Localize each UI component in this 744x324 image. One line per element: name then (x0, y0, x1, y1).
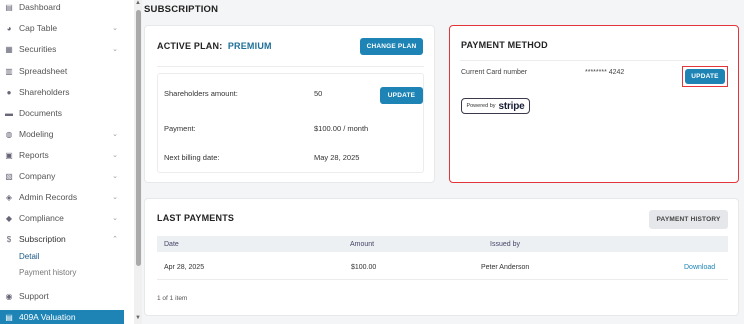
change-plan-button[interactable]: CHANGE PLAN (360, 38, 423, 55)
document-icon: ▦ (5, 44, 13, 54)
sidebar-item-label: Modeling (19, 129, 54, 139)
card-number-label: Current Card number (461, 69, 528, 76)
sidebar-item-cap-table[interactable]: ◕ Cap Table ⌄ (0, 18, 126, 38)
scroll-down-arrow-icon[interactable]: ▼ (135, 315, 141, 321)
stripe-badge-prefix: Powered by (466, 103, 496, 109)
plan-name: PREMIUM (227, 41, 272, 51)
chevron-down-icon: ⌄ (112, 173, 118, 180)
app-root: ▤ Dashboard ◕ Cap Table ⌄ ▦ Securities ⌄… (0, 0, 744, 324)
stripe-logo: stripe (498, 100, 525, 112)
valuation-icon: ▤ (5, 312, 13, 322)
sidebar-item-label: Securities (19, 44, 57, 54)
dollar-icon: $ (6, 234, 12, 244)
chevron-down-icon: ⌄ (112, 46, 118, 53)
payment-history-button[interactable]: PAYMENT HISTORY (649, 210, 728, 229)
sidebar-item-admin-records[interactable]: ◈ Admin Records ⌄ (0, 187, 126, 207)
sidebar-item-label: Cap Table (19, 23, 58, 33)
sidebar-item-modeling[interactable]: ◍ Modeling ⌄ (0, 124, 126, 144)
shareholders-amount-value: 50 (314, 89, 323, 98)
sidebar-item-label: Company (19, 171, 56, 181)
powered-by-stripe-badge[interactable]: Powered by stripe (461, 98, 530, 114)
next-billing-value: May 28, 2025 (314, 153, 360, 162)
payment-label: Payment: (164, 124, 196, 133)
chevron-down-icon: ⌄ (112, 152, 118, 159)
next-billing-label: Next billing date: (164, 153, 220, 162)
sidebar-item-label: Spreadsheet (19, 66, 68, 76)
cell-issued-by: Peter Anderson (481, 264, 530, 271)
shield-icon: ◆ (5, 213, 13, 223)
column-header-date[interactable]: Date (164, 241, 179, 248)
sidebar-scrollbar-thumb[interactable] (136, 10, 141, 266)
chevron-down-icon: ⌄ (112, 194, 118, 201)
cell-amount: $100.00 (351, 264, 377, 271)
sidebar-item-support[interactable]: ◉ Support (0, 286, 126, 306)
folder-icon: ▬ (5, 108, 13, 118)
chevron-down-icon: ⌄ (112, 215, 118, 222)
sidebar-item-label: Compliance (19, 213, 64, 223)
last-payments-title: LAST PAYMENTS (157, 213, 235, 223)
divider (157, 279, 728, 280)
sidebar-item-company[interactable]: ▧ Company ⌄ (0, 166, 126, 186)
chevron-up-icon: ⌃ (112, 236, 118, 243)
reports-icon: ▣ (5, 150, 13, 160)
sidebar-item-label: Admin Records (19, 192, 78, 202)
sidebar-item-label: Reports (19, 150, 49, 160)
sidebar-item-label: Dashboard (19, 2, 61, 12)
admin-icon: ◈ (5, 192, 13, 202)
scroll-up-arrow-icon[interactable]: ▲ (135, 0, 141, 6)
sidebar-item-409a-valuation[interactable]: ▤ 409A Valuation (0, 310, 124, 324)
sidebar-subitem-payment-history[interactable]: Payment history (19, 268, 76, 277)
chevron-down-icon: ⌄ (112, 131, 118, 138)
pie-chart-icon: ◕ (6, 23, 12, 33)
pagination-summary: 1 of 1 item (157, 295, 188, 302)
active-plan-title: ACTIVE PLAN: PREMIUM (157, 41, 272, 51)
update-payment-method-button[interactable]: UPDATE (685, 69, 725, 84)
sidebar-item-reports[interactable]: ▣ Reports ⌄ (0, 145, 126, 165)
update-shareholders-button[interactable]: UPDATE (380, 87, 423, 104)
payment-value: $100.00 / month (314, 124, 369, 133)
support-icon: ◉ (5, 291, 13, 301)
sidebar-item-label: 409A Valuation (19, 312, 76, 322)
building-icon: ▧ (5, 171, 13, 181)
cell-date: Apr 28, 2025 (164, 264, 205, 271)
chevron-down-icon: ⌄ (112, 25, 118, 32)
sidebar-item-label: Subscription (19, 234, 66, 244)
payment-method-card: PAYMENT METHOD Current Card number *****… (449, 25, 739, 183)
download-link[interactable]: Download (684, 264, 715, 271)
table-header (157, 236, 728, 252)
dashboard-icon: ▤ (5, 2, 13, 12)
sidebar-item-label: Documents (19, 108, 62, 118)
sidebar-subitem-detail[interactable]: Detail (19, 252, 39, 261)
card-number-value: ******** 4242 (585, 69, 625, 76)
divider (157, 66, 424, 67)
sidebar-item-shareholders[interactable]: ● Shareholders (0, 82, 126, 102)
sidebar-item-securities[interactable]: ▦ Securities ⌄ (0, 39, 126, 59)
page-title: SUBSCRIPTION (144, 4, 219, 15)
sidebar-item-subscription[interactable]: $ Subscription ⌃ (0, 229, 126, 249)
divider (460, 60, 728, 61)
lightbulb-icon: ◍ (5, 129, 13, 139)
sidebar-item-compliance[interactable]: ◆ Compliance ⌄ (0, 208, 126, 228)
sidebar: ▤ Dashboard ◕ Cap Table ⌄ ▦ Securities ⌄… (0, 0, 134, 324)
sidebar-item-documents[interactable]: ▬ Documents (0, 103, 126, 123)
column-header-amount[interactable]: Amount (350, 241, 374, 248)
person-icon: ● (6, 87, 12, 97)
spreadsheet-icon: ▥ (5, 66, 13, 76)
sidebar-item-label: Shareholders (19, 87, 70, 97)
sidebar-item-spreadsheet[interactable]: ▥ Spreadsheet (0, 61, 126, 81)
active-plan-card: ACTIVE PLAN: PREMIUM CHANGE PLAN Shareho… (144, 25, 435, 183)
sidebar-item-label: Support (19, 291, 49, 301)
last-payments-card: LAST PAYMENTS PAYMENT HISTORY Date Amoun… (144, 198, 739, 316)
sidebar-item-dashboard[interactable]: ▤ Dashboard (0, 0, 126, 17)
active-plan-prefix: ACTIVE PLAN: (157, 41, 223, 51)
payment-method-title: PAYMENT METHOD (461, 40, 548, 50)
shareholders-amount-label: Shareholders amount: (164, 89, 238, 98)
column-header-issued-by[interactable]: Issued by (490, 241, 520, 248)
